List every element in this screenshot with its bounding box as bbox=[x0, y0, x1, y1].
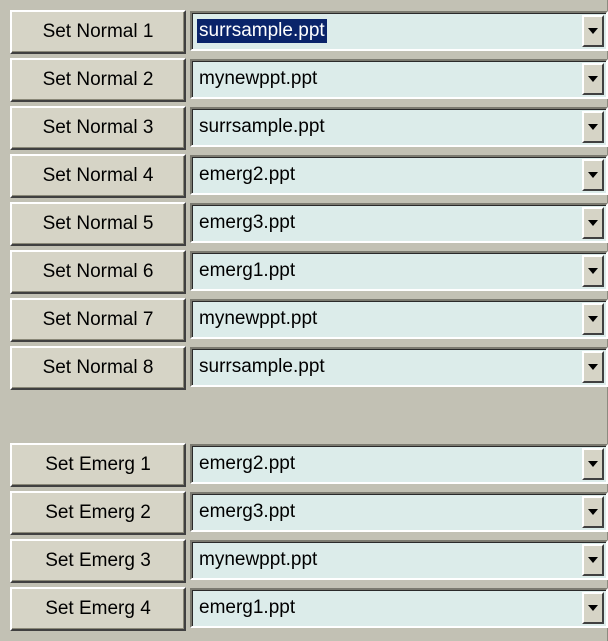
set-normal-6-button[interactable]: Set Normal 6 bbox=[10, 250, 186, 294]
set-emerg-3-button[interactable]: Set Emerg 3 bbox=[10, 539, 186, 583]
normal-row-5: Set Normal 5 emerg3.ppt bbox=[10, 202, 608, 246]
set-emerg-2-button[interactable]: Set Emerg 2 bbox=[10, 491, 186, 535]
normal-8-value: surrsample.ppt bbox=[199, 356, 325, 377]
emerg-2-value: emerg3.ppt bbox=[199, 501, 296, 522]
normal-2-value: mynewppt.ppt bbox=[199, 68, 318, 89]
emerg-4-value: emerg1.ppt bbox=[199, 597, 296, 618]
normal-row-4: Set Normal 4 emerg2.ppt bbox=[10, 154, 608, 198]
normal-3-select[interactable]: surrsample.ppt bbox=[190, 107, 608, 147]
emerg-2-dropdown-button[interactable] bbox=[582, 496, 604, 528]
emerg-1-value: emerg2.ppt bbox=[199, 453, 296, 474]
normal-row-8: Set Normal 8 surrsample.ppt bbox=[10, 346, 608, 390]
normal-7-select[interactable]: mynewppt.ppt bbox=[190, 299, 608, 339]
normal-6-select[interactable]: emerg1.ppt bbox=[190, 251, 608, 291]
chevron-down-icon bbox=[588, 76, 598, 82]
normal-6-dropdown-button[interactable] bbox=[582, 255, 604, 287]
normal-8-select[interactable]: surrsample.ppt bbox=[190, 347, 608, 387]
set-normal-4-button[interactable]: Set Normal 4 bbox=[10, 154, 186, 198]
emerg-3-select[interactable]: mynewppt.ppt bbox=[190, 540, 608, 580]
normal-4-dropdown-button[interactable] bbox=[582, 159, 604, 191]
set-emerg-4-button[interactable]: Set Emerg 4 bbox=[10, 587, 186, 631]
normal-4-select[interactable]: emerg2.ppt bbox=[190, 155, 608, 195]
emerg-1-dropdown-button[interactable] bbox=[582, 448, 604, 480]
settings-panel: Set Normal 1 surrsample.ppt Set Normal 2… bbox=[0, 0, 608, 641]
chevron-down-icon bbox=[588, 316, 598, 322]
emerg-4-select[interactable]: emerg1.ppt bbox=[190, 588, 608, 628]
normal-5-select[interactable]: emerg3.ppt bbox=[190, 203, 608, 243]
normal-row-7: Set Normal 7 mynewppt.ppt bbox=[10, 298, 608, 342]
chevron-down-icon bbox=[588, 364, 598, 370]
normal-7-dropdown-button[interactable] bbox=[582, 303, 604, 335]
normal-1-value: surrsample.ppt bbox=[197, 19, 327, 43]
emerg-row-3: Set Emerg 3 mynewppt.ppt bbox=[10, 539, 608, 583]
set-normal-5-button[interactable]: Set Normal 5 bbox=[10, 202, 186, 246]
chevron-down-icon bbox=[588, 509, 598, 515]
normal-8-dropdown-button[interactable] bbox=[582, 351, 604, 383]
normal-3-dropdown-button[interactable] bbox=[582, 111, 604, 143]
normal-1-select[interactable]: surrsample.ppt bbox=[190, 11, 608, 51]
normal-5-dropdown-button[interactable] bbox=[582, 207, 604, 239]
normal-2-select[interactable]: mynewppt.ppt bbox=[190, 59, 608, 99]
chevron-down-icon bbox=[588, 28, 598, 34]
chevron-down-icon bbox=[588, 124, 598, 130]
set-normal-1-button[interactable]: Set Normal 1 bbox=[10, 10, 186, 54]
normal-row-1: Set Normal 1 surrsample.ppt bbox=[10, 10, 608, 54]
emerg-4-dropdown-button[interactable] bbox=[582, 592, 604, 624]
set-normal-8-button[interactable]: Set Normal 8 bbox=[10, 346, 186, 390]
normal-1-dropdown-button[interactable] bbox=[582, 15, 604, 47]
set-normal-7-button[interactable]: Set Normal 7 bbox=[10, 298, 186, 342]
chevron-down-icon bbox=[588, 172, 598, 178]
normal-4-value: emerg2.ppt bbox=[199, 164, 296, 185]
normal-row-2: Set Normal 2 mynewppt.ppt bbox=[10, 58, 608, 102]
set-emerg-1-button[interactable]: Set Emerg 1 bbox=[10, 443, 186, 487]
set-normal-3-button[interactable]: Set Normal 3 bbox=[10, 106, 186, 150]
chevron-down-icon bbox=[588, 268, 598, 274]
emerg-row-1: Set Emerg 1 emerg2.ppt bbox=[10, 443, 608, 487]
chevron-down-icon bbox=[588, 461, 598, 467]
emerg-1-select[interactable]: emerg2.ppt bbox=[190, 444, 608, 484]
emerg-3-dropdown-button[interactable] bbox=[582, 544, 604, 576]
chevron-down-icon bbox=[588, 220, 598, 226]
normal-5-value: emerg3.ppt bbox=[199, 212, 296, 233]
emerg-2-select[interactable]: emerg3.ppt bbox=[190, 492, 608, 532]
chevron-down-icon bbox=[588, 605, 598, 611]
chevron-down-icon bbox=[588, 557, 598, 563]
normal-row-3: Set Normal 3 surrsample.ppt bbox=[10, 106, 608, 150]
normal-7-value: mynewppt.ppt bbox=[199, 308, 318, 329]
normal-6-value: emerg1.ppt bbox=[199, 260, 296, 281]
normal-row-6: Set Normal 6 emerg1.ppt bbox=[10, 250, 608, 294]
emerg-row-4: Set Emerg 4 emerg1.ppt bbox=[10, 587, 608, 631]
emerg-row-2: Set Emerg 2 emerg3.ppt bbox=[10, 491, 608, 535]
set-normal-2-button[interactable]: Set Normal 2 bbox=[10, 58, 186, 102]
emerg-3-value: mynewppt.ppt bbox=[199, 549, 318, 570]
normal-3-value: surrsample.ppt bbox=[199, 116, 325, 137]
normal-2-dropdown-button[interactable] bbox=[582, 63, 604, 95]
